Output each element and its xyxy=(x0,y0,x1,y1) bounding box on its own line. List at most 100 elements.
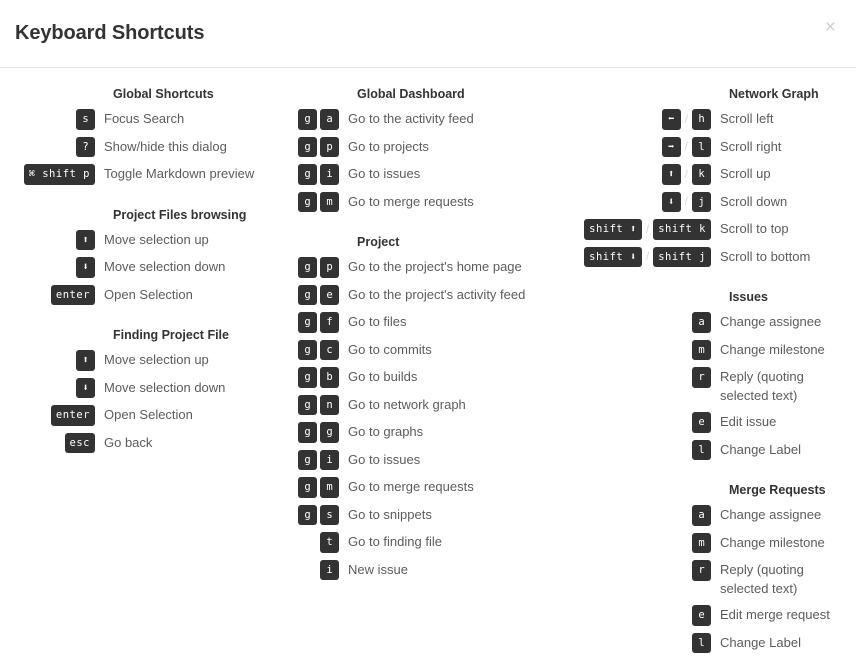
key-badge: g xyxy=(298,449,317,470)
shortcut-row: a Change assignee xyxy=(580,505,856,526)
group-title: Project xyxy=(357,235,400,249)
group-title: Global Dashboard xyxy=(357,87,465,101)
group-title: Merge Requests xyxy=(729,483,826,497)
key-badge: c xyxy=(320,339,339,360)
key-separator: / xyxy=(645,221,650,236)
shortcut-row: g f Go to files xyxy=(292,312,580,333)
key-badge: m xyxy=(692,532,711,553)
key-badge: j xyxy=(692,191,711,212)
column-left: Global Shortcuts s Focus Search? Show/hide … xyxy=(0,86,292,460)
key-badge: g xyxy=(298,422,317,443)
key-combo: e xyxy=(580,605,720,626)
key-badge: b xyxy=(320,367,339,388)
key-badge: m xyxy=(692,339,711,360)
group-title: Finding Project File xyxy=(113,328,229,342)
key-separator: / xyxy=(684,166,688,181)
key-badge: m xyxy=(320,477,339,498)
key-badge: l xyxy=(692,439,711,460)
shortcut-group: Finding Project File ⬆ Move selection up ⬇ M… xyxy=(0,327,292,453)
shortcut-description: Scroll to bottom xyxy=(720,248,811,264)
dialog-header: Keyboard Shortcuts × xyxy=(0,0,856,68)
shortcut-row: g n Go to network graph xyxy=(292,394,580,415)
shortcut-description: Edit issue xyxy=(720,414,777,429)
group-title: Network Graph xyxy=(729,87,819,101)
shortcut-description: Change assignee xyxy=(720,314,822,329)
shortcut-row: ⬆ / k Scroll up xyxy=(580,164,856,185)
key-combo: gc xyxy=(292,339,348,360)
key-combo: enter xyxy=(0,405,104,426)
key-combo: esc xyxy=(0,432,104,453)
key-combo: shift ⬇ / shift j xyxy=(580,246,720,267)
shortcut-description: Focus Search xyxy=(104,111,185,126)
shortcut-row: esc Go back xyxy=(0,432,292,453)
shortcut-row: ⬆ Move selection up xyxy=(0,229,292,250)
key-combo: enter xyxy=(0,284,104,305)
key-badge: g xyxy=(298,312,317,333)
shortcut-description: Change assignee xyxy=(720,507,822,522)
key-badge: ⌘ shift p xyxy=(23,164,95,185)
shortcut-row: ➡ / l Scroll right xyxy=(580,136,856,157)
key-separator: / xyxy=(684,111,688,126)
key-combo: gp xyxy=(292,136,348,157)
shortcut-description: Go to projects xyxy=(348,138,429,154)
shortcut-group: Global Shortcuts s Focus Search? Show/hide … xyxy=(0,86,292,185)
key-combo: gn xyxy=(292,394,348,415)
key-badge: a xyxy=(692,312,711,333)
shortcut-group: Issues a Change assignee m Change milestone r… xyxy=(580,289,856,460)
key-badge: s xyxy=(76,109,95,130)
shortcut-row: t Go to finding file xyxy=(292,532,580,553)
shortcut-row: g p Go to the project's home page xyxy=(292,257,580,278)
key-badge: shift ⬆ xyxy=(584,219,642,240)
shortcut-description: Toggle Markdown preview xyxy=(104,166,255,181)
key-badge: p xyxy=(320,136,339,157)
shortcut-description: Change milestone xyxy=(720,534,825,550)
key-combo: ⬇ / j xyxy=(580,191,720,212)
shortcut-row: m Change milestone xyxy=(580,339,856,360)
key-combo: a xyxy=(580,505,720,526)
key-badge: g xyxy=(298,257,317,278)
key-badge: shift k xyxy=(653,219,711,240)
shortcut-row: l Change Label xyxy=(580,439,856,460)
key-combo: gm xyxy=(292,477,348,498)
shortcut-description: Move selection up xyxy=(104,231,209,247)
key-badge: g xyxy=(298,504,317,525)
close-icon[interactable]: × xyxy=(819,14,842,41)
shortcut-description: Go to merge requests xyxy=(348,193,474,209)
key-combo: m xyxy=(580,532,720,553)
shortcut-row: g i Go to issues xyxy=(292,449,580,470)
key-combo: s xyxy=(0,109,104,130)
key-combo: gm xyxy=(292,191,348,212)
shortcut-description: Go to files xyxy=(348,314,407,329)
group-title: Global Shortcuts xyxy=(113,87,214,101)
shortcut-row: g m Go to merge requests xyxy=(292,477,580,498)
key-combo: gb xyxy=(292,367,348,388)
shortcuts-body: Global Shortcuts s Focus Search? Show/hide … xyxy=(0,68,856,656)
shortcut-row: shift ⬆ / shift k Scroll to top xyxy=(580,219,856,240)
shortcut-row: g b Go to builds xyxy=(292,367,580,388)
shortcut-group: Project Files browsing ⬆ Move selection up… xyxy=(0,207,292,305)
shortcut-row: a Change assignee xyxy=(580,312,856,333)
key-badge: e xyxy=(320,284,339,305)
key-combo: r xyxy=(580,560,720,581)
key-combo: l xyxy=(580,632,720,653)
shortcut-row: ⌘ shift p Toggle Markdown preview xyxy=(0,164,292,185)
key-badge: k xyxy=(692,164,711,185)
shortcut-group: Merge Requests a Change assignee m Change mi… xyxy=(580,482,856,653)
key-combo: gf xyxy=(292,312,348,333)
shortcut-row: r Reply (quoting selected text) xyxy=(580,367,856,405)
key-separator: / xyxy=(684,139,688,154)
key-badge: enter xyxy=(50,405,95,426)
key-badge: a xyxy=(320,109,339,130)
key-combo: ⬅ / h xyxy=(580,109,720,130)
key-badge: t xyxy=(320,532,339,553)
shortcut-group: Network Graph ⬅ / h Scroll left ➡ / l Scroll rig… xyxy=(580,86,856,267)
column-right: Network Graph ⬅ / h Scroll left ➡ / l Scroll rig… xyxy=(580,86,856,656)
shortcut-row: enter Open Selection xyxy=(0,405,292,426)
shortcut-description: Go to network graph xyxy=(348,396,466,412)
key-badge: shift j xyxy=(653,246,711,267)
key-badge: m xyxy=(320,191,339,212)
key-combo: m xyxy=(580,339,720,360)
key-combo: ➡ / l xyxy=(580,136,720,157)
key-badge: i xyxy=(320,449,339,470)
